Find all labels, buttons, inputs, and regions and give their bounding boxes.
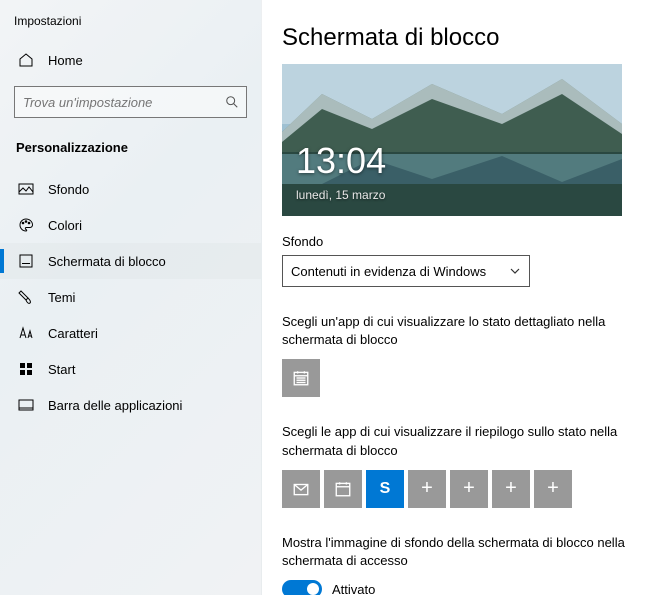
signin-bg-label: Mostra l'immagine di sfondo della scherm… [282, 534, 632, 570]
picture-icon [18, 181, 34, 197]
quick-status-tile-add-2[interactable]: + [450, 470, 488, 508]
dropdown-value: Contenuti in evidenza di Windows [291, 264, 486, 279]
sidebar-item-label: Caratteri [48, 326, 98, 341]
calendar-icon [292, 369, 310, 387]
sidebar-item-themes[interactable]: Temi [0, 279, 261, 315]
sidebar-item-background[interactable]: Sfondo [0, 171, 261, 207]
lockscreen-icon [18, 253, 34, 269]
fonts-icon [18, 325, 34, 341]
sidebar-item-label: Sfondo [48, 182, 89, 197]
sidebar-item-colors[interactable]: Colori [0, 207, 261, 243]
signin-bg-toggle[interactable] [282, 580, 322, 595]
mail-icon [292, 480, 310, 498]
sidebar-item-label: Colori [48, 218, 82, 233]
sidebar-item-label: Start [48, 362, 75, 377]
plus-icon: + [547, 477, 559, 500]
background-dropdown[interactable]: Contenuti in evidenza di Windows [282, 255, 530, 287]
detailed-status-label: Scegli un'app di cui visualizzare lo sta… [282, 313, 632, 349]
main-content: Schermata di blocco 13:04 lunedì, 15 mar… [262, 0, 650, 595]
sidebar: Impostazioni Home Personalizzazione [0, 0, 262, 595]
sidebar-item-label: Temi [48, 290, 75, 305]
window-title: Impostazioni [0, 10, 261, 42]
plus-icon: + [421, 477, 433, 500]
quick-status-tile-calendar[interactable] [324, 470, 362, 508]
sidebar-item-lockscreen[interactable]: Schermata di blocco [0, 243, 261, 279]
quick-status-tile-skype[interactable]: S [366, 470, 404, 508]
quick-status-tile-add-3[interactable]: + [492, 470, 530, 508]
plus-icon: + [463, 477, 475, 500]
page-title: Schermata di blocco [282, 24, 632, 52]
sidebar-item-label: Barra delle applicazioni [48, 398, 182, 413]
background-label: Sfondo [282, 234, 632, 249]
sidebar-item-label: Schermata di blocco [48, 254, 166, 269]
quick-status-label: Scegli le app di cui visualizzare il rie… [282, 423, 632, 459]
search-input[interactable] [14, 86, 247, 118]
section-label: Personalizzazione [0, 126, 261, 165]
preview-clock: 13:04 [296, 140, 386, 182]
home-icon [18, 52, 34, 68]
preview-date: lunedì, 15 marzo [296, 188, 385, 202]
sidebar-item-fonts[interactable]: Caratteri [0, 315, 261, 351]
search-icon [225, 95, 239, 109]
skype-icon: S [380, 480, 391, 498]
quick-status-tile-add-1[interactable]: + [408, 470, 446, 508]
calendar-icon [334, 480, 352, 498]
themes-icon [18, 289, 34, 305]
chevron-down-icon [509, 265, 521, 277]
search-wrap [14, 86, 247, 118]
nav-home-label: Home [48, 53, 83, 68]
quick-status-tile-mail[interactable] [282, 470, 320, 508]
sidebar-item-taskbar[interactable]: Barra delle applicazioni [0, 387, 261, 423]
toggle-state-label: Attivato [332, 582, 375, 595]
lockscreen-preview[interactable]: 13:04 lunedì, 15 marzo [282, 64, 622, 216]
sidebar-item-start[interactable]: Start [0, 351, 261, 387]
taskbar-icon [18, 397, 34, 413]
start-icon [18, 361, 34, 377]
quick-status-tile-add-4[interactable]: + [534, 470, 572, 508]
palette-icon [18, 217, 34, 233]
detailed-status-app-tile[interactable] [282, 359, 320, 397]
nav-home[interactable]: Home [0, 42, 261, 78]
plus-icon: + [505, 477, 517, 500]
